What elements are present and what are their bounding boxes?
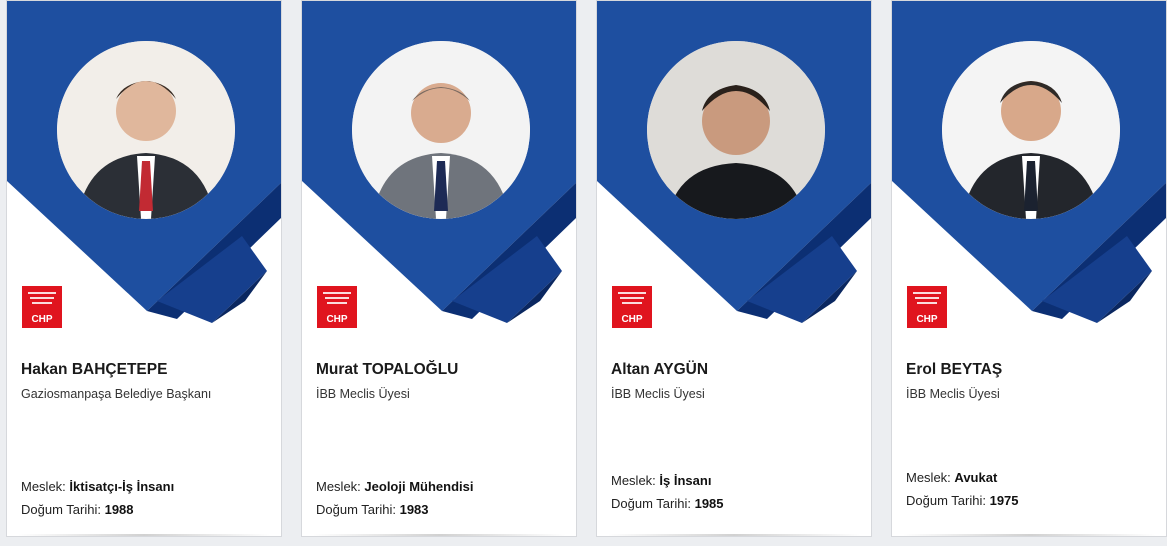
birth-date-line: Doğum Tarihi: 1985 xyxy=(611,496,724,511)
person-title: İBB Meclis Üyesi xyxy=(906,387,1000,401)
person-name: Erol BEYTAŞ xyxy=(906,361,1003,378)
birth-date-line: Doğum Tarihi: 1983 xyxy=(316,502,429,517)
party-logo-icon: CHP xyxy=(612,286,652,328)
birth-date-line: Doğum Tarihi: 1988 xyxy=(21,502,134,517)
person-title: İBB Meclis Üyesi xyxy=(611,387,705,401)
person-name: Altan AYGÜN xyxy=(611,361,709,378)
party-logo-icon: CHP xyxy=(22,286,62,328)
birth-date-line: Doğum Tarihi: 1975 xyxy=(906,493,1019,508)
profile-card[interactable]: CHP Altan AYGÜN İBB Meclis Üyesi Meslek:… xyxy=(596,0,872,537)
svg-text:CHP: CHP xyxy=(31,314,52,325)
profile-card[interactable]: CHP Hakan BAHÇETEPE Gaziosmanpaşa Beledi… xyxy=(6,0,282,537)
person-photo-icon xyxy=(57,41,235,219)
party-logo-icon: CHP xyxy=(907,286,947,328)
person-title: Gaziosmanpaşa Belediye Başkanı xyxy=(21,387,212,401)
occupation-line: Meslek: Jeoloji Mühendisi xyxy=(316,479,474,494)
occupation-line: Meslek: İş İnsanı xyxy=(611,473,712,488)
profile-card[interactable]: CHP Murat TOPALOĞLU İBB Meclis Üyesi Mes… xyxy=(301,0,577,537)
svg-text:CHP: CHP xyxy=(621,314,642,325)
person-photo-icon xyxy=(352,41,530,219)
svg-text:CHP: CHP xyxy=(916,314,937,325)
person-name: Hakan BAHÇETEPE xyxy=(21,361,168,378)
svg-text:CHP: CHP xyxy=(326,314,347,325)
person-title: İBB Meclis Üyesi xyxy=(316,387,410,401)
person-name: Murat TOPALOĞLU xyxy=(316,361,459,378)
person-photo-icon xyxy=(942,41,1120,219)
party-logo-icon: CHP xyxy=(317,286,357,328)
occupation-line: Meslek: İktisatçı-İş İnsanı xyxy=(21,479,175,494)
occupation-line: Meslek: Avukat xyxy=(906,470,998,485)
person-photo-icon xyxy=(647,41,825,219)
profile-card[interactable]: CHP Erol BEYTAŞ İBB Meclis Üyesi Meslek:… xyxy=(891,0,1167,537)
